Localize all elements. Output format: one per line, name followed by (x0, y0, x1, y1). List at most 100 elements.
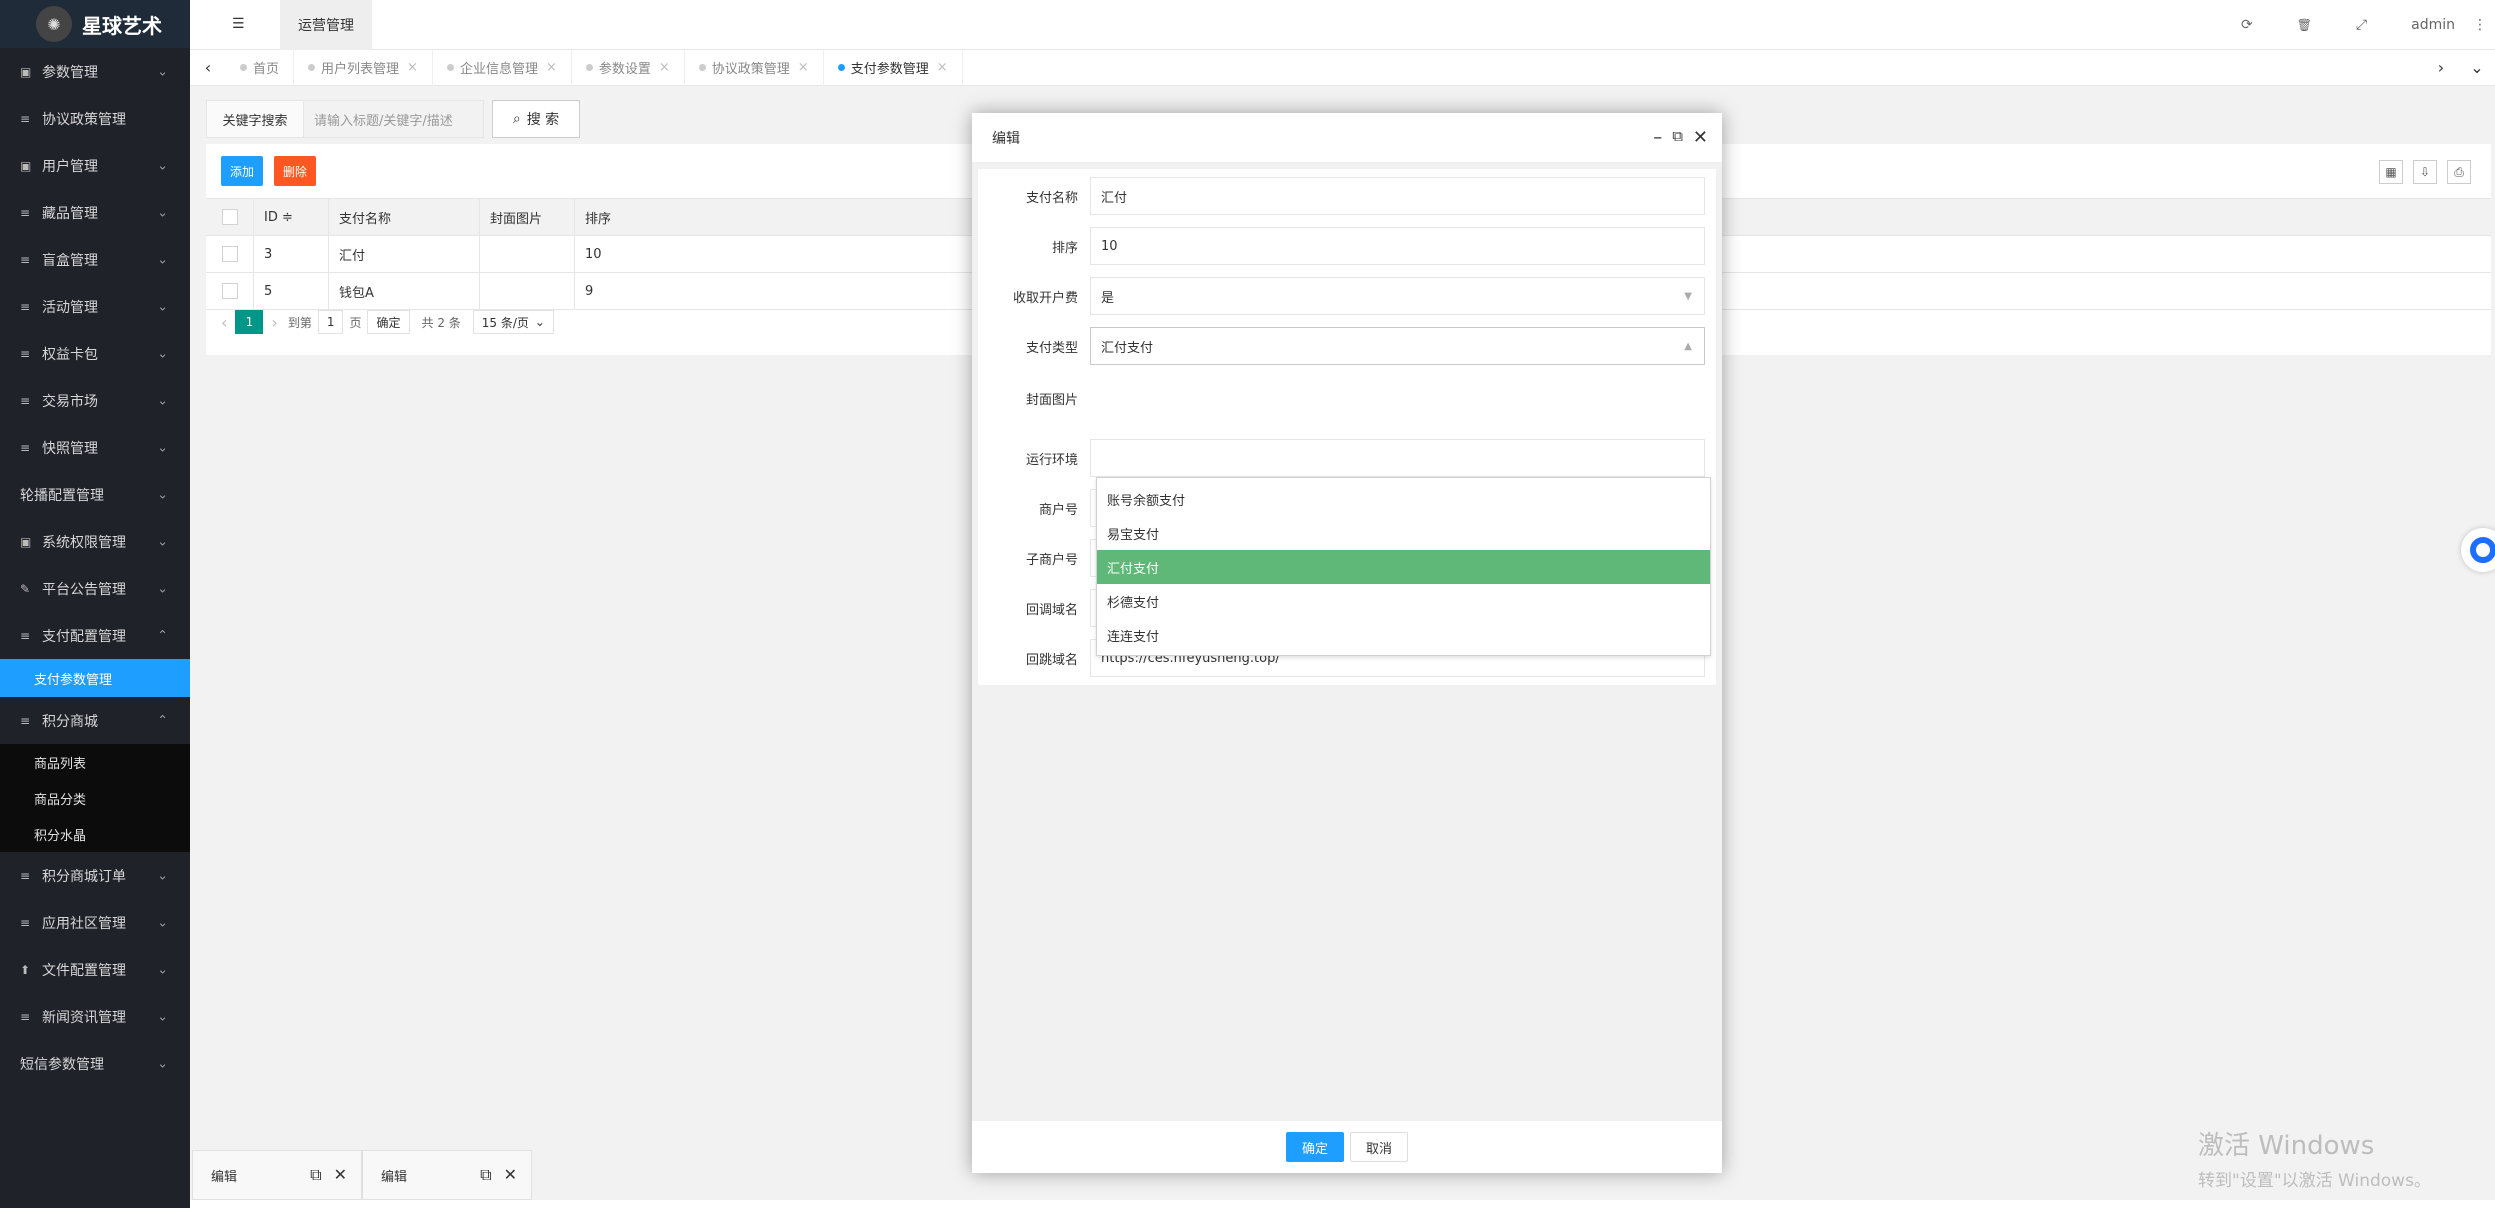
tab-dot-icon (837, 64, 845, 71)
sidebar-item-points-mall[interactable]: ≡ 积分商城 ⌃ (0, 697, 190, 744)
sidebar-sub-pay-params[interactable]: 支付参数管理 (0, 659, 190, 697)
sidebar-sub-product-category[interactable]: 商品分类 (0, 780, 190, 816)
user-menu[interactable]: admin (2411, 17, 2455, 33)
sidebar-item-3[interactable]: ≡ 藏品管理 ⌄ (0, 189, 190, 236)
sidebar-item-8[interactable]: ≡ 快照管理 ⌄ (0, 424, 190, 471)
field-label: 运行环境 (1025, 453, 1078, 468)
sidebar-item-label: 藏品管理 (42, 205, 98, 222)
close-icon[interactable]: ✕ (334, 1165, 347, 1185)
dropdown-option[interactable]: 杉德支付 (1097, 584, 1710, 618)
minimized-window[interactable]: 编辑 ⧉ ✕ (362, 1150, 532, 1200)
cancel-button[interactable]: 取消 (1350, 1132, 1408, 1162)
sidebar-sub-product-list[interactable]: 商品列表 (0, 744, 190, 780)
fullscreen-icon[interactable]: ⤢ (2356, 17, 2367, 33)
form-row: 收取开户费是 ▼ (978, 277, 1716, 315)
field-input[interactable]: 10 (1090, 227, 1705, 265)
sidebar-item-7[interactable]: ≡ 交易市场 ⌄ (0, 377, 190, 424)
row-checkbox[interactable] (221, 283, 238, 299)
dropdown-option[interactable]: 易宝支付 (1097, 516, 1710, 550)
sidebar-item-12[interactable]: ≡ 支付配置管理 ⌃ (0, 612, 190, 659)
print-icon[interactable]: ⎙ (2447, 160, 2471, 184)
top-tab-operations[interactable]: 运营管理 (280, 0, 372, 50)
chevron-icon: ⌄ (157, 1056, 168, 1071)
tab-label: 支付参数管理 (850, 62, 929, 77)
sidebar-item2-4[interactable]: 短信参数管理 ⌄ (0, 1040, 190, 1087)
sidebar-item2-1[interactable]: ≡ 应用社区管理 ⌄ (0, 899, 190, 946)
maximize-icon[interactable]: ⧉ (1672, 127, 1683, 148)
field-input[interactable]: 汇付 (1090, 177, 1705, 215)
dropdown-option[interactable]: 连连支付 (1097, 618, 1710, 652)
sidebar-item-4[interactable]: ≡ 盲盒管理 ⌄ (0, 236, 190, 283)
dropdown-option[interactable]: 汇付支付 (1097, 550, 1710, 584)
restore-icon[interactable]: ⧉ (310, 1165, 321, 1185)
tabs-next-icon[interactable]: › (2423, 58, 2459, 77)
menu-icon: ▣ (20, 158, 32, 173)
next-page-icon[interactable]: › (271, 313, 277, 332)
menu-toggle-icon[interactable]: ☰ (232, 16, 245, 32)
sidebar-sub-points-crystal[interactable]: 积分水晶 (0, 816, 190, 852)
sidebar-item-label: 交易市场 (42, 393, 98, 410)
page-tab[interactable]: 协议政策管理 × (685, 49, 824, 86)
app-logo[interactable]: ✺ 星球艺术 (0, 0, 190, 48)
select-all-checkbox[interactable] (221, 209, 238, 225)
clear-cache-icon[interactable]: 🗑 (2297, 18, 2312, 32)
tabs-menu-icon[interactable]: ⌄ (2459, 58, 2495, 77)
sidebar-item-6[interactable]: ≡ 权益卡包 ⌄ (0, 330, 190, 377)
delete-button[interactable]: 删除 (274, 156, 316, 186)
modal-title-bar[interactable]: 编辑 – ⧉ ✕ (972, 113, 1722, 163)
restore-icon[interactable]: ⧉ (480, 1165, 491, 1185)
tab-close-icon[interactable]: × (546, 60, 557, 75)
search-button[interactable]: ⌕ 搜 索 (492, 100, 580, 138)
tab-close-icon[interactable]: × (798, 60, 809, 75)
tabs-prev-icon[interactable]: ‹ (190, 58, 226, 77)
sidebar-item2-2[interactable]: ⬆ 文件配置管理 ⌄ (0, 946, 190, 993)
tab-close-icon[interactable]: × (659, 60, 670, 75)
minimized-window[interactable]: 编辑 ⧉ ✕ (192, 1150, 362, 1200)
page-input[interactable]: 1 (317, 310, 344, 334)
columns-filter-icon[interactable]: ▦ (2379, 160, 2403, 184)
sidebar-item-label: 协议政策管理 (42, 111, 126, 128)
sidebar-item2-0[interactable]: ≡ 积分商城订单 ⌄ (0, 852, 190, 899)
confirm-button[interactable]: 确定 (1286, 1132, 1344, 1162)
prev-page-icon[interactable]: ‹ (221, 313, 227, 332)
more-icon[interactable]: ⋮ (2473, 17, 2487, 33)
field-input[interactable]: 是 ▼ (1090, 277, 1705, 315)
goto-confirm-button[interactable]: 确定 (367, 310, 410, 334)
field-label: 商户号 (1038, 503, 1078, 518)
per-page-select[interactable]: 15 条/页 ⌄ (472, 310, 554, 334)
page-tab[interactable]: 企业信息管理 × (433, 49, 572, 86)
chevron-icon: ⌄ (157, 64, 168, 79)
chevron-icon: ⌄ (157, 393, 168, 408)
field-input[interactable]: 汇付支付 ▲ (1090, 327, 1705, 365)
floating-assistant-icon[interactable] (2461, 528, 2495, 572)
form-row: 排序 10 (978, 227, 1716, 265)
tab-close-icon[interactable]: × (937, 60, 948, 75)
sidebar-item-2[interactable]: ▣ 用户管理 ⌄ (0, 142, 190, 189)
add-button[interactable]: 添加 (221, 156, 263, 186)
pagination: ‹ 1 › 到第 1 页 确定 共 2 条 15 条/页 ⌄ (221, 310, 560, 334)
field-input[interactable] (1090, 439, 1705, 477)
page-tab[interactable]: 支付参数管理 × (824, 49, 963, 86)
page-1-button[interactable]: 1 (235, 310, 264, 334)
page-tab[interactable]: 参数设置 × (572, 49, 685, 86)
sidebar-item-9[interactable]: 轮播配置管理 ⌄ (0, 471, 190, 518)
refresh-icon[interactable]: ⟳ (2241, 17, 2253, 33)
search-input[interactable]: 请输入标题/关键字/描述 (304, 100, 484, 138)
row-checkbox[interactable] (221, 246, 238, 262)
sidebar-item-10[interactable]: ▣ 系统权限管理 ⌄ (0, 518, 190, 565)
page-tab[interactable]: 首页 (226, 49, 295, 86)
sidebar-item-11[interactable]: ✎ 平台公告管理 ⌄ (0, 565, 190, 612)
col-id[interactable]: ID ≑ (254, 198, 329, 236)
dropdown-option[interactable]: 账号余额支付 (1097, 482, 1710, 516)
export-icon[interactable]: ⇩ (2413, 160, 2437, 184)
minimize-icon[interactable]: – (1653, 127, 1662, 148)
tab-close-icon[interactable]: × (407, 60, 418, 75)
sidebar-item-1[interactable]: ≡ 协议政策管理 (0, 95, 190, 142)
sidebar-item2-3[interactable]: ≡ 新闻资讯管理 ⌄ (0, 993, 190, 1040)
close-icon[interactable]: ✕ (1693, 127, 1708, 148)
menu-icon: ≡ (20, 1009, 31, 1024)
sidebar-item-5[interactable]: ≡ 活动管理 ⌄ (0, 283, 190, 330)
sidebar-item-0[interactable]: ▣ 参数管理 ⌄ (0, 48, 190, 95)
close-icon[interactable]: ✕ (504, 1165, 517, 1185)
page-tab[interactable]: 用户列表管理 × (294, 49, 433, 86)
